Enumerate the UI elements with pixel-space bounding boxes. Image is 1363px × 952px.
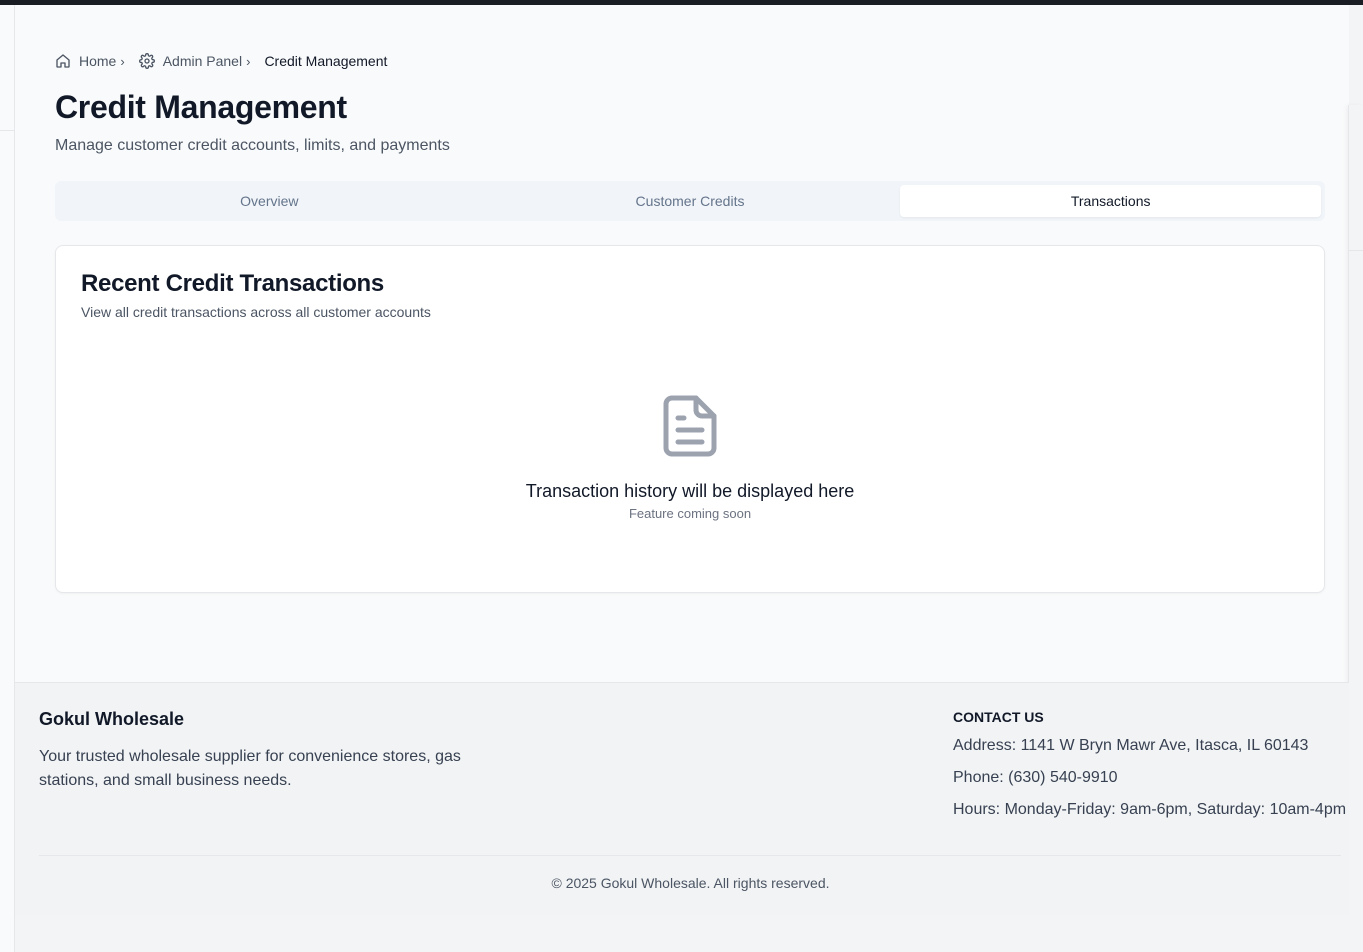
empty-state-subtitle: Feature coming soon bbox=[628, 506, 752, 521]
contact-phone: Phone: (630) 540-9910 bbox=[953, 769, 1118, 786]
tab-list: Overview Customer Credits Transactions bbox=[55, 181, 1325, 221]
main-content: Home › Admin Panel › Credit Management C… bbox=[15, 5, 1349, 682]
file-text-icon bbox=[663, 395, 717, 457]
chevron-right-icon: › bbox=[246, 53, 251, 69]
empty-state-title: Transaction history will be displayed he… bbox=[525, 481, 855, 501]
contact-section: CONTACT US Address: 1141 W Bryn Mawr Ave… bbox=[953, 709, 1346, 833]
breadcrumb-current: Credit Management bbox=[264, 53, 388, 69]
card-title: Recent Credit Transactions bbox=[81, 270, 384, 297]
divider bbox=[1349, 250, 1363, 251]
page-title: Credit Management bbox=[55, 89, 347, 125]
copyright: © 2025 Gokul Wholesale. All rights reser… bbox=[551, 875, 830, 891]
tab-customer-credits[interactable]: Customer Credits bbox=[480, 185, 901, 217]
breadcrumb-home[interactable]: Home bbox=[55, 53, 116, 69]
right-panel-edge bbox=[1348, 105, 1363, 952]
footer-brand: Gokul Wholesale bbox=[39, 709, 185, 729]
left-sidebar-edge bbox=[0, 5, 15, 952]
breadcrumb: Home › Admin Panel › Credit Management bbox=[55, 53, 387, 69]
breadcrumb-admin-panel[interactable]: Admin Panel bbox=[138, 53, 243, 69]
card-description: View all credit transactions across all … bbox=[81, 304, 431, 320]
divider bbox=[0, 130, 15, 131]
transactions-card: Recent Credit Transactions View all cred… bbox=[55, 245, 1325, 593]
contact-address: Address: 1141 W Bryn Mawr Ave, Itasca, I… bbox=[953, 737, 1309, 754]
footer: Gokul Wholesale Your trusted wholesale s… bbox=[15, 682, 1349, 915]
contact-hours: Hours: Monday-Friday: 9am-6pm, Saturday:… bbox=[953, 801, 1347, 818]
page-bottom bbox=[15, 915, 1363, 952]
breadcrumb-admin-label: Admin Panel bbox=[162, 53, 243, 69]
gear-icon bbox=[138, 53, 155, 69]
footer-divider bbox=[39, 855, 1341, 856]
contact-heading: CONTACT US bbox=[953, 709, 1044, 725]
tab-overview[interactable]: Overview bbox=[59, 185, 480, 217]
home-icon bbox=[56, 54, 70, 68]
breadcrumb-home-label: Home bbox=[79, 53, 117, 69]
tab-transactions[interactable]: Transactions bbox=[900, 185, 1322, 217]
footer-tagline: Your trusted wholesale supplier for conv… bbox=[39, 748, 461, 789]
empty-state: Transaction history will be displayed he… bbox=[56, 394, 1324, 521]
page-subtitle: Manage customer credit accounts, limits,… bbox=[55, 137, 450, 154]
chevron-right-icon: › bbox=[120, 53, 125, 69]
